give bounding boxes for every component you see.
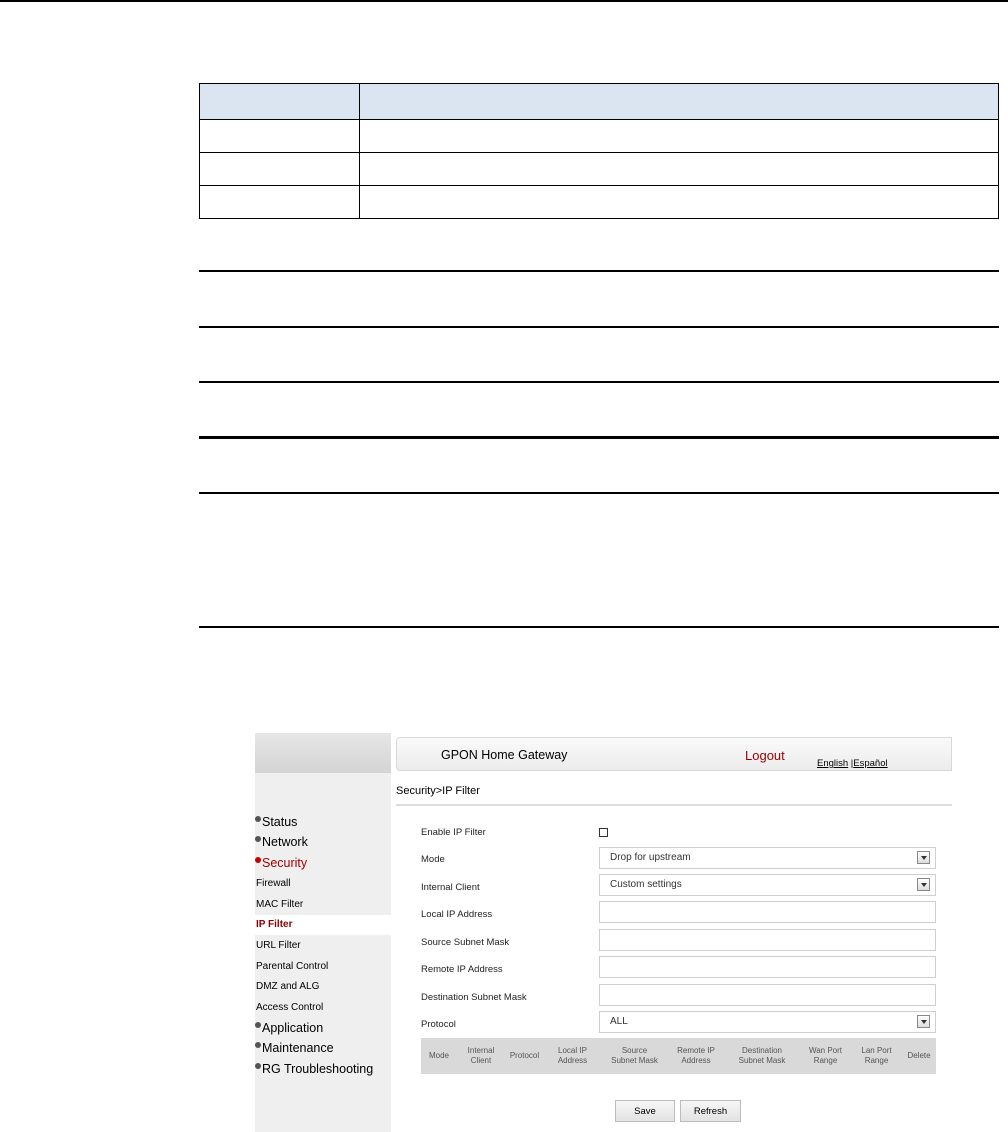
bullet-icon xyxy=(255,857,261,863)
column-header: Protocol xyxy=(509,1051,540,1060)
table-row xyxy=(199,185,999,219)
column-header: Destination Subnet Mask xyxy=(738,1046,786,1065)
table-row xyxy=(199,119,999,153)
local-ip-address-label: Local IP Address xyxy=(421,909,493,920)
mode-label: Mode xyxy=(421,854,445,865)
bullet-icon xyxy=(255,836,261,842)
mode-select-value: Drop for upstream xyxy=(610,852,691,863)
page-top-rule xyxy=(0,0,1008,2)
sidebar-item-label: Security xyxy=(262,856,308,870)
bullet-icon xyxy=(255,816,261,822)
sidebar-item-status[interactable]: Status xyxy=(255,815,297,829)
section-rule xyxy=(199,270,999,272)
table-cell xyxy=(199,119,360,153)
section-rule xyxy=(199,626,999,628)
submenu-item-dmz-and-alg[interactable]: DMZ and ALG xyxy=(255,977,391,997)
breadcrumb-divider xyxy=(396,804,952,806)
enable-ip-filter-label: Enable IP Filter xyxy=(421,827,486,838)
table-cell xyxy=(359,152,999,186)
bullet-icon xyxy=(255,1042,261,1048)
column-header: Remote IP Address xyxy=(677,1046,715,1065)
app-title: GPON Home Gateway xyxy=(441,748,568,762)
table-cell xyxy=(199,185,360,219)
table-cell xyxy=(359,119,999,153)
column-header: Source Subnet Mask xyxy=(611,1046,658,1065)
language-english-link[interactable]: English xyxy=(817,758,848,769)
bullet-icon xyxy=(255,1063,261,1069)
sidebar-item-network[interactable]: Network xyxy=(255,835,308,849)
document-table-header-row xyxy=(199,83,999,120)
sidebar-item-label: Status xyxy=(262,815,298,829)
save-button[interactable]: Save xyxy=(615,1100,675,1122)
remote-ip-address-label: Remote IP Address xyxy=(421,964,503,975)
sidebar-item-label: Network xyxy=(262,835,308,849)
internal-client-select[interactable]: Custom settings xyxy=(599,874,936,896)
sidebar-item-label: RG Troubleshooting xyxy=(262,1062,374,1076)
logout-link[interactable]: Logout xyxy=(745,748,785,763)
column-header: Wan Port Range xyxy=(808,1046,843,1065)
source-subnet-mask-label: Source Subnet Mask xyxy=(421,937,510,948)
destination-subnet-mask-label: Destination Subnet Mask xyxy=(421,992,527,1003)
column-header: Internal Client xyxy=(467,1046,495,1065)
column-header: Local IP Address xyxy=(557,1046,588,1065)
enable-ip-filter-checkbox[interactable] xyxy=(599,828,608,837)
destination-subnet-mask-input[interactable] xyxy=(599,984,936,1006)
breadcrumb: Security>IP Filter xyxy=(396,785,480,797)
language-switcher: English |Español xyxy=(817,758,888,769)
submenu-item-ip-filter[interactable]: IP Filter xyxy=(255,915,391,935)
column-header: Delete xyxy=(907,1051,931,1060)
source-subnet-mask-input[interactable] xyxy=(599,929,936,951)
section-rule xyxy=(199,326,999,328)
internal-client-select-value: Custom settings xyxy=(610,879,682,890)
table-cell xyxy=(359,185,999,219)
sidebar-item-rg-troubleshooting[interactable]: RG Troubleshooting xyxy=(255,1062,373,1076)
refresh-button[interactable]: Refresh xyxy=(680,1100,741,1122)
submenu-item-parental-control[interactable]: Parental Control xyxy=(255,957,391,977)
column-header: Mode xyxy=(428,1051,449,1060)
internal-client-label: Internal Client xyxy=(421,882,480,893)
sidebar-item-maintenance[interactable]: Maintenance xyxy=(255,1041,334,1055)
local-ip-address-input[interactable] xyxy=(599,901,936,923)
chevron-down-icon xyxy=(917,878,930,891)
ip-filter-list-header: Mode Internal Client Protocol Local IP Addres… xyxy=(421,1038,936,1074)
protocol-select-value: ALL xyxy=(610,1016,628,1027)
sidebar-item-application[interactable]: Application xyxy=(255,1021,323,1035)
remote-ip-address-input[interactable] xyxy=(599,956,936,978)
chevron-down-icon xyxy=(917,851,930,864)
mode-select[interactable]: Drop for upstream xyxy=(599,847,936,869)
app-header: GPON Home Gateway Logout English |Españo… xyxy=(396,737,952,771)
submenu-item-firewall[interactable]: Firewall xyxy=(255,874,391,894)
language-espanol-link[interactable]: Español xyxy=(853,758,887,769)
sidebar-item-security[interactable]: Security xyxy=(255,856,307,870)
sidebar-item-label: Maintenance xyxy=(262,1041,334,1055)
table-cell xyxy=(199,152,360,186)
protocol-label: Protocol xyxy=(421,1019,456,1030)
document-table xyxy=(199,83,999,219)
chevron-down-icon xyxy=(917,1015,930,1028)
submenu-item-mac-filter[interactable]: MAC Filter xyxy=(255,895,391,915)
sidebar: Status Network Security Application Maintena… xyxy=(255,733,391,1132)
submenu-item-access-control[interactable]: Access Control xyxy=(255,998,391,1018)
ip-filter-screenshot: Status Network Security Application Maintena… xyxy=(255,733,952,1132)
sidebar-item-label: Application xyxy=(262,1021,324,1035)
section-rule xyxy=(199,381,999,383)
column-header: Lan Port Range xyxy=(861,1046,892,1065)
sidebar-header xyxy=(255,733,391,773)
document-table-header-cell-1 xyxy=(199,83,360,120)
document-table-header-cell-2 xyxy=(359,83,999,120)
submenu-item-url-filter[interactable]: URL Filter xyxy=(255,936,391,956)
section-rule xyxy=(199,436,999,439)
table-row xyxy=(199,152,999,186)
protocol-select[interactable]: ALL xyxy=(599,1011,936,1033)
bullet-icon xyxy=(255,1022,261,1028)
section-rule xyxy=(199,492,999,494)
